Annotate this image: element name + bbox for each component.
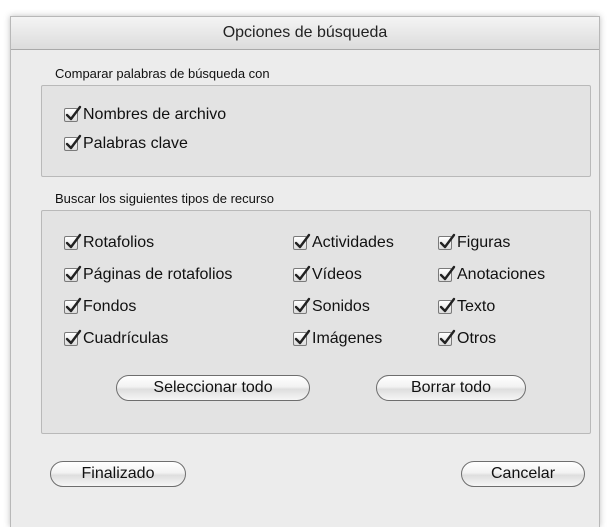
checkmark-icon[interactable]: [293, 233, 311, 250]
checkbox-grids[interactable]: Cuadrículas: [64, 329, 169, 348]
checkbox-label: Fondos: [83, 298, 137, 315]
checkbox-flipcharts[interactable]: Rotafolios: [64, 233, 155, 252]
checkbox-label: Palabras clave: [83, 135, 188, 152]
checkmark-icon[interactable]: [64, 105, 82, 122]
checkmark-icon[interactable]: [293, 297, 311, 314]
checkbox-label: Páginas de rotafolios: [83, 266, 233, 283]
checkbox-shapes[interactable]: Figuras: [438, 233, 511, 252]
checkbox-label: Nombres de archivo: [83, 106, 227, 123]
checkbox-label: Rotafolios: [83, 234, 155, 251]
window-title: Opciones de búsqueda: [11, 17, 599, 50]
checkmark-icon[interactable]: [64, 329, 82, 346]
checkbox-label: Texto: [457, 298, 496, 315]
checkbox-keywords[interactable]: Palabras clave: [64, 134, 188, 153]
checkmark-icon[interactable]: [438, 297, 456, 314]
compare-section-label: Comparar palabras de búsqueda con: [55, 66, 270, 81]
checkmark-icon[interactable]: [64, 265, 82, 282]
resources-group: Rotafolios Páginas de rotafolios Fondos …: [41, 210, 591, 434]
checkbox-images[interactable]: Imágenes: [293, 329, 383, 348]
checkbox-label: Figuras: [457, 234, 511, 251]
checkbox-videos[interactable]: Vídeos: [293, 265, 362, 284]
checkbox-label: Cuadrículas: [83, 330, 169, 347]
compare-group: Nombres de archivo Palabras clave: [41, 85, 591, 177]
checkbox-flipchart-pages[interactable]: Páginas de rotafolios: [64, 265, 233, 284]
checkmark-icon[interactable]: [64, 297, 82, 314]
checkbox-label: Vídeos: [312, 266, 362, 283]
checkmark-icon[interactable]: [438, 265, 456, 282]
cancel-button[interactable]: Cancelar: [461, 461, 585, 487]
checkbox-label: Otros: [457, 330, 497, 347]
search-options-dialog: Opciones de búsqueda Comparar palabras d…: [10, 16, 600, 527]
select-all-button[interactable]: Seleccionar todo: [116, 375, 310, 401]
checkbox-label: Imágenes: [312, 330, 383, 347]
checkbox-label: Anotaciones: [457, 266, 546, 283]
checkbox-others[interactable]: Otros: [438, 329, 497, 348]
checkmark-icon[interactable]: [293, 329, 311, 346]
checkbox-label: Sonidos: [312, 298, 370, 315]
checkmark-icon[interactable]: [64, 233, 82, 250]
checkbox-backgrounds[interactable]: Fondos: [64, 297, 137, 316]
checkmark-icon[interactable]: [64, 134, 82, 151]
checkbox-text[interactable]: Texto: [438, 297, 496, 316]
done-button[interactable]: Finalizado: [50, 461, 186, 487]
checkmark-icon[interactable]: [293, 265, 311, 282]
checkbox-sounds[interactable]: Sonidos: [293, 297, 370, 316]
checkbox-label: Actividades: [312, 234, 394, 251]
resources-section-label: Buscar los siguientes tipos de recurso: [55, 191, 274, 206]
checkbox-annotations[interactable]: Anotaciones: [438, 265, 546, 284]
clear-all-button[interactable]: Borrar todo: [376, 375, 526, 401]
checkbox-file-names[interactable]: Nombres de archivo: [64, 105, 227, 124]
checkbox-activities[interactable]: Actividades: [293, 233, 394, 252]
checkmark-icon[interactable]: [438, 233, 456, 250]
checkmark-icon[interactable]: [438, 329, 456, 346]
